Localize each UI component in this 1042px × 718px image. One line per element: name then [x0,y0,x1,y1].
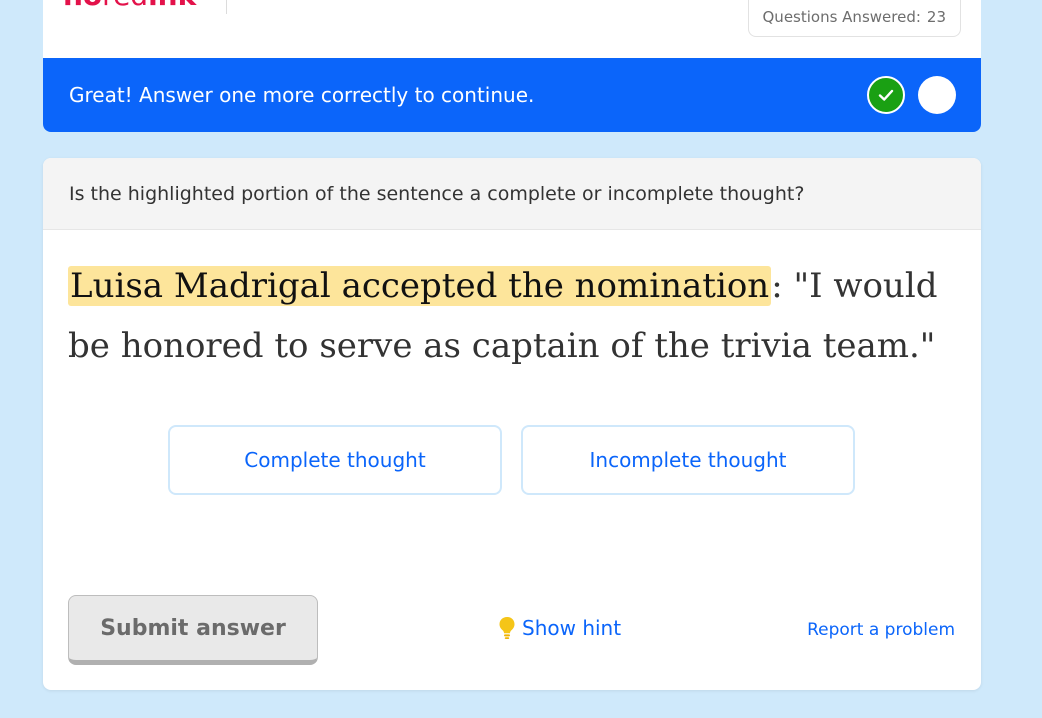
incomplete-thought-button[interactable]: Incomplete thought [521,425,855,495]
logo[interactable]: noredink [63,0,196,10]
questions-answered-label: Questions Answered: [762,8,921,26]
progress-dot-completed [867,76,905,114]
lightbulb-icon [499,617,515,639]
logo-part-no: no [63,0,102,12]
report-problem-link[interactable]: Report a problem [807,616,955,644]
question-prompt-bar: Is the highlighted portion of the senten… [43,158,981,230]
progress-banner: Great! Answer one more correctly to cont… [43,58,981,132]
show-hint-label: Show hint [522,616,622,640]
logo-part-ink: ink [148,0,196,12]
questions-answered-counter: Questions Answered: 23 [747,0,961,37]
questions-answered-value: 23 [926,8,946,26]
complete-thought-button[interactable]: Complete thought [168,425,502,495]
submit-answer-button[interactable]: Submit answer [68,595,318,665]
header-divider [226,0,227,14]
banner-message: Great! Answer one more correctly to cont… [69,83,535,107]
header: noredink Questions Answered: 23 [43,0,981,58]
passage-sentence: Luisa Madrigal accepted the nomination: … [68,256,963,376]
show-hint-link[interactable]: Show hint [498,610,621,646]
logo-part-red: red [102,0,148,12]
progress-dot-pending [918,76,956,114]
highlighted-portion: Luisa Madrigal accepted the nomination [68,266,772,306]
question-prompt: Is the highlighted portion of the senten… [69,183,805,205]
checkmark-icon [878,89,894,101]
question-card: Is the highlighted portion of the senten… [43,158,981,690]
